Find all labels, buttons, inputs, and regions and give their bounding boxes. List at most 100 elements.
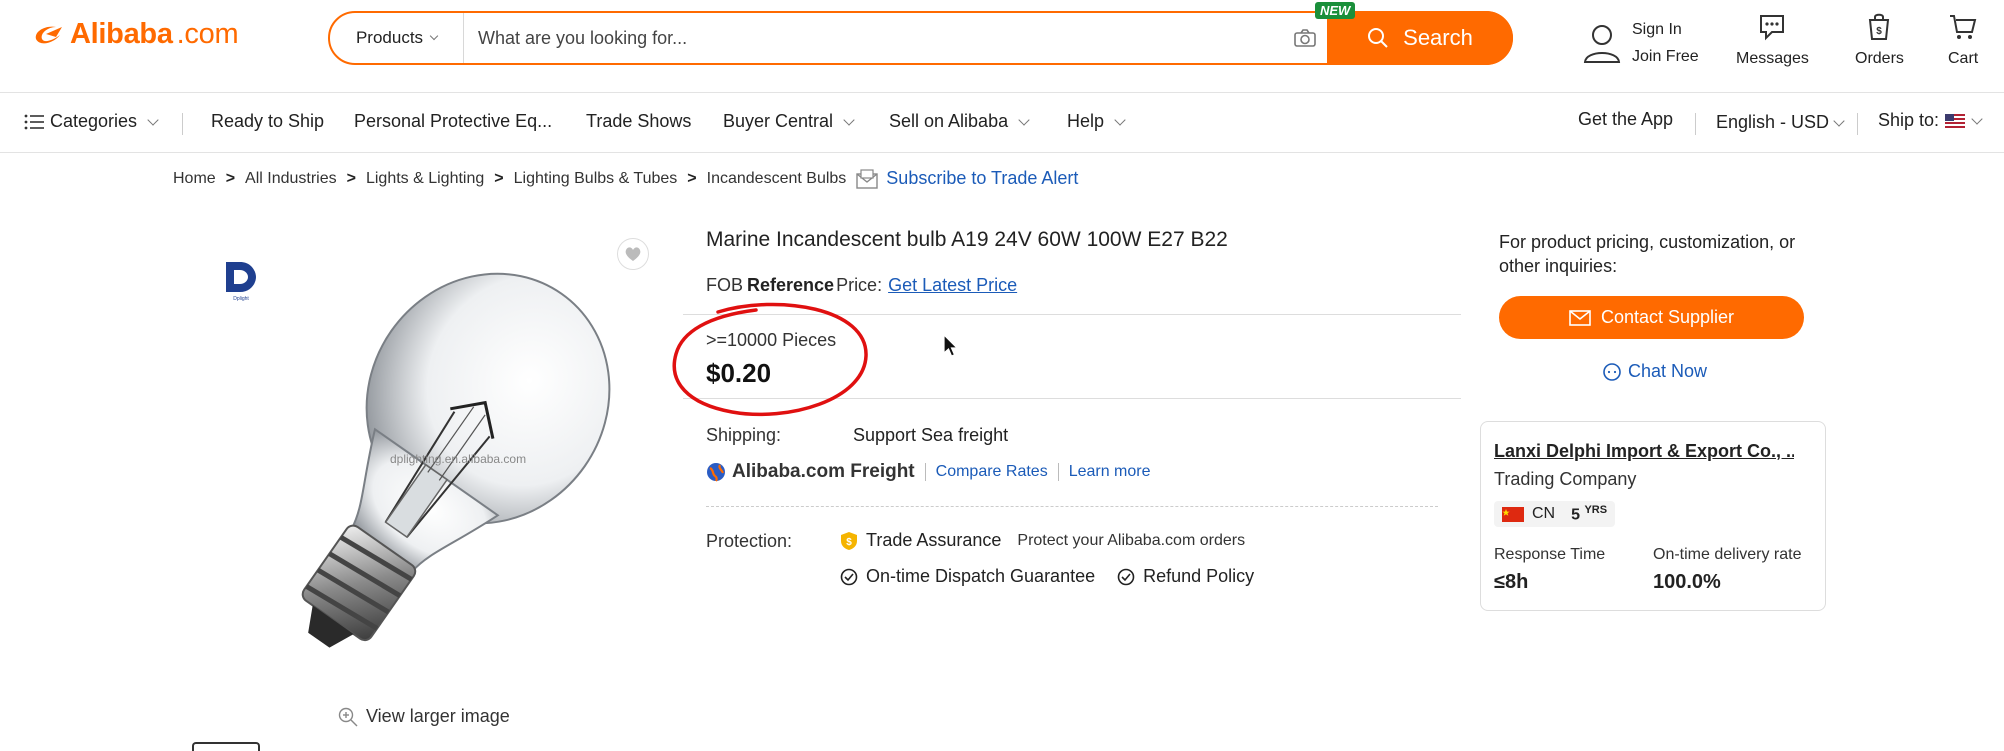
search-button-label: Search [1403, 25, 1473, 50]
nav-sell-on-alibaba[interactable]: Sell on Alibaba [889, 111, 1030, 132]
orders-button[interactable]: $ Orders [1855, 12, 1904, 68]
user-icon [1583, 25, 1621, 63]
us-flag-icon [1945, 113, 1966, 128]
alibaba-freight-brand: Alibaba.com Freight [706, 461, 915, 483]
view-larger-image-link[interactable]: View larger image [338, 706, 510, 727]
sign-in-link[interactable]: Sign In [1632, 16, 1699, 43]
ship-to-selector[interactable]: Ship to: [1878, 110, 1983, 131]
search-bar: Products NEW Search [328, 2, 1513, 65]
trade-assurance-desc: Protect your Alibaba.com orders [1017, 531, 1246, 549]
alibaba-logo-icon [35, 26, 62, 43]
guarantee-row: On-time Dispatch Guarantee Refund Policy [840, 566, 1254, 587]
ship-to-label: Ship to: [1878, 110, 1940, 130]
dispatch-guarantee-label[interactable]: On-time Dispatch Guarantee [866, 566, 1095, 587]
logo-suffix: .com [176, 18, 239, 50]
mail-icon [856, 168, 878, 189]
svg-text:$: $ [846, 537, 852, 548]
heart-icon [625, 247, 641, 261]
favorite-button[interactable] [617, 238, 649, 270]
orders-icon: $ [1869, 13, 1890, 40]
breadcrumb-lights-lighting[interactable]: Lights & Lighting [366, 170, 484, 188]
join-free-link[interactable]: Join Free [1632, 43, 1699, 70]
compare-rates-link[interactable]: Compare Rates [936, 463, 1048, 481]
china-flag-icon [1502, 506, 1524, 522]
nav-personal-protective[interactable]: Personal Protective Eq... [354, 111, 552, 132]
product-thumbnail[interactable] [192, 742, 260, 751]
subscribe-trade-alert-label: Subscribe to Trade Alert [886, 168, 1079, 188]
cart-button[interactable]: Cart [1948, 12, 1978, 68]
breadcrumb-all-industries[interactable]: All Industries [245, 170, 337, 188]
product-main-image[interactable]: dplighting.en.alibaba.com [210, 225, 680, 695]
logo-text: Alibaba [70, 18, 173, 50]
supplier-years: 5 YRS [1571, 504, 1607, 524]
nav-personal-protective-label: Personal Protective Eq... [354, 111, 553, 131]
response-time-label: Response Time [1494, 546, 1606, 563]
sign-in-area[interactable]: Sign In Join Free [1582, 16, 1699, 70]
subscribe-trade-alert-link[interactable]: Subscribe to Trade Alert [856, 168, 1078, 189]
nav-get-app[interactable]: Get the App [1578, 109, 1673, 130]
check-circle-icon [1117, 568, 1135, 585]
supplier-name-link[interactable]: Lanxi Delphi Import & Export Co., ... [1494, 441, 1794, 462]
new-badge: NEW [1315, 2, 1356, 19]
fob-reference: Reference [747, 275, 835, 295]
chevron-down-icon [147, 113, 159, 126]
search-category-dropdown[interactable]: Products [330, 13, 464, 63]
mouse-cursor-icon [942, 333, 960, 359]
chevron-down-icon [1833, 114, 1845, 127]
learn-more-link[interactable]: Learn more [1069, 463, 1151, 481]
breadcrumb-separator: > [225, 169, 236, 187]
breadcrumb-incandescent-bulbs[interactable]: Incandescent Bulbs [707, 170, 847, 188]
response-time-value: ≤8h [1494, 571, 1529, 593]
trade-assurance-label: Trade Assurance [866, 530, 1002, 550]
breadcrumb-separator: > [346, 169, 356, 187]
nav-ready-to-ship-label: Ready to Ship [211, 111, 325, 131]
nav-help[interactable]: Help [1067, 111, 1126, 132]
chat-icon [1603, 362, 1621, 381]
chevron-down-icon [843, 113, 855, 126]
trade-assurance-shield-icon: $ [841, 531, 857, 550]
inquiry-text: For product pricing, customization, or o… [1499, 232, 1796, 276]
nav-trade-shows-label: Trade Shows [586, 111, 692, 131]
nav-categories[interactable]: Categories [24, 111, 159, 132]
supplier-country: CN [1532, 505, 1556, 523]
shipping-value: Support Sea freight [853, 425, 1009, 445]
breadcrumb-home[interactable]: Home [173, 170, 216, 188]
cart-icon [1950, 15, 1977, 39]
search-button[interactable]: NEW Search [1315, 2, 1513, 65]
breadcrumb-separator: > [494, 169, 504, 187]
trade-assurance-row[interactable]: $ Trade Assurance Protect your Alibaba.c… [840, 530, 1245, 551]
supplier-years-unit: YRS [1584, 504, 1608, 516]
chevron-down-icon [429, 31, 439, 41]
breadcrumb-lighting-bulbs-tubes[interactable]: Lighting Bulbs & Tubes [514, 170, 678, 188]
zoom-in-icon [338, 707, 358, 726]
nav-sell-on-alibaba-label: Sell on Alibaba [889, 111, 1009, 131]
check-circle-icon [840, 568, 858, 585]
message-icon [1760, 15, 1785, 41]
red-circle-annotation [668, 298, 874, 426]
nav-separator [182, 113, 183, 135]
freight-separator [924, 463, 926, 481]
orders-label: Orders [1855, 50, 1904, 67]
nav-separator [1857, 113, 1858, 135]
chat-now-link[interactable]: Chat Now [1602, 361, 1707, 382]
nav-buyer-central[interactable]: Buyer Central [723, 111, 855, 132]
contact-supplier-button[interactable]: Contact Supplier [1499, 296, 1804, 339]
chevron-down-icon [1971, 112, 1983, 125]
refund-policy-label[interactable]: Refund Policy [1143, 566, 1254, 587]
supplier-country-years-badge: CN 5 YRS [1494, 501, 1616, 528]
contact-supplier-label: Contact Supplier [1600, 307, 1735, 327]
delivery-rate-label: On-time delivery rate [1653, 546, 1802, 563]
nav-buyer-central-label: Buyer Central [723, 111, 834, 131]
camera-icon[interactable] [1283, 28, 1327, 48]
search-input[interactable] [464, 13, 1283, 63]
nav-trade-shows[interactable]: Trade Shows [586, 111, 691, 132]
get-latest-price-link[interactable]: Get Latest Price [888, 275, 1017, 296]
nav-ready-to-ship[interactable]: Ready to Ship [211, 111, 324, 132]
nav-get-app-label: Get the App [1578, 109, 1674, 129]
messages-button[interactable]: Messages [1736, 12, 1809, 68]
freight-separator [1057, 463, 1059, 481]
cart-label: Cart [1948, 50, 1979, 67]
language-currency-selector[interactable]: English - USD [1716, 112, 1845, 133]
alibaba-logo[interactable]: Alibaba .com [32, 18, 239, 51]
nav-categories-label: Categories [50, 111, 138, 131]
